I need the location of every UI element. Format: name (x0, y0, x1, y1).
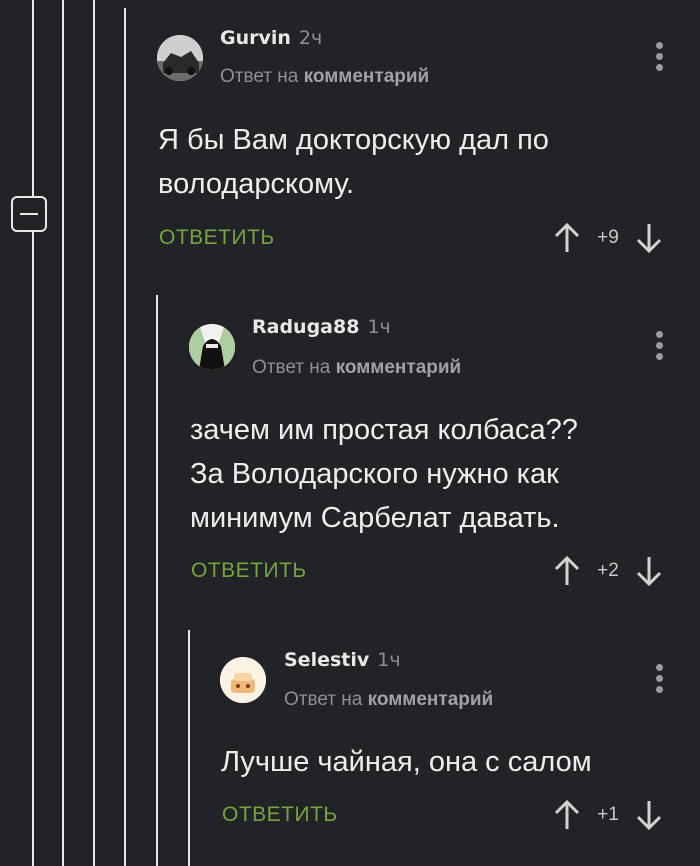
reply-to-prefix: Ответ на (220, 66, 299, 87)
thread-line (188, 630, 190, 866)
reply-to-target: комментарий (335, 357, 462, 378)
downvote-arrow-icon[interactable] (634, 555, 664, 587)
author-name-text: Selestiv (284, 649, 370, 671)
vote-score: +1 (597, 804, 619, 825)
downvote-arrow-icon[interactable] (634, 222, 664, 254)
downvote-arrow-icon[interactable] (634, 799, 664, 831)
author-name-text: Raduga88 (252, 316, 360, 338)
vote-score: +9 (597, 227, 619, 248)
thread-line (93, 0, 95, 866)
reply-button[interactable]: ОТВЕТИТЬ (159, 226, 275, 250)
vote-controls: +9 (552, 222, 664, 254)
more-options-icon[interactable] (656, 664, 664, 697)
author-name-text: Gurvin (220, 27, 291, 49)
thread-line (124, 8, 126, 866)
vote-score: +2 (597, 560, 619, 581)
vote-controls: +1 (552, 799, 664, 831)
comment-text: Я бы Вам докторскую дал по володарскому. (158, 124, 549, 200)
reply-to-link[interactable]: Ответ на комментарий (220, 66, 429, 88)
reply-to-prefix: Ответ на (284, 689, 363, 710)
upvote-arrow-icon[interactable] (552, 555, 582, 587)
comment-text: Лучше чайная, она с салом (221, 746, 592, 778)
thread-line (32, 0, 34, 866)
author-name[interactable]: Selestiv 1ч (284, 649, 401, 671)
upvote-arrow-icon[interactable] (552, 222, 582, 254)
thread-line (156, 295, 158, 866)
avatar[interactable] (189, 324, 235, 370)
avatar[interactable] (157, 35, 203, 81)
avatar-image (189, 324, 235, 370)
avatar-image (220, 657, 266, 703)
comment-time: 1ч (377, 649, 401, 671)
more-options-icon[interactable] (656, 331, 664, 364)
comment-time: 2ч (298, 27, 323, 49)
reply-button[interactable]: ОТВЕТИТЬ (191, 559, 307, 583)
comment-time: 1ч (367, 316, 391, 338)
upvote-arrow-icon[interactable] (552, 799, 582, 831)
reply-to-link[interactable]: Ответ на комментарий (252, 357, 461, 379)
reply-to-link[interactable]: Ответ на комментарий (284, 689, 493, 711)
reply-to-target: комментарий (367, 689, 494, 710)
thread-line (62, 0, 64, 866)
collapse-thread-button[interactable] (11, 196, 47, 232)
reply-to-prefix: Ответ на (252, 357, 331, 378)
avatar[interactable] (220, 657, 266, 703)
author-name[interactable]: Raduga88 1ч (252, 316, 391, 338)
comment-text: зачем им простая колбаса?? За Володарско… (190, 414, 578, 534)
reply-to-target: комментарий (303, 66, 430, 87)
more-options-icon[interactable] (656, 42, 664, 75)
vote-controls: +2 (552, 555, 664, 587)
author-name[interactable]: Gurvin 2ч (220, 27, 322, 49)
reply-button[interactable]: ОТВЕТИТЬ (222, 803, 338, 827)
avatar-image (157, 35, 203, 81)
